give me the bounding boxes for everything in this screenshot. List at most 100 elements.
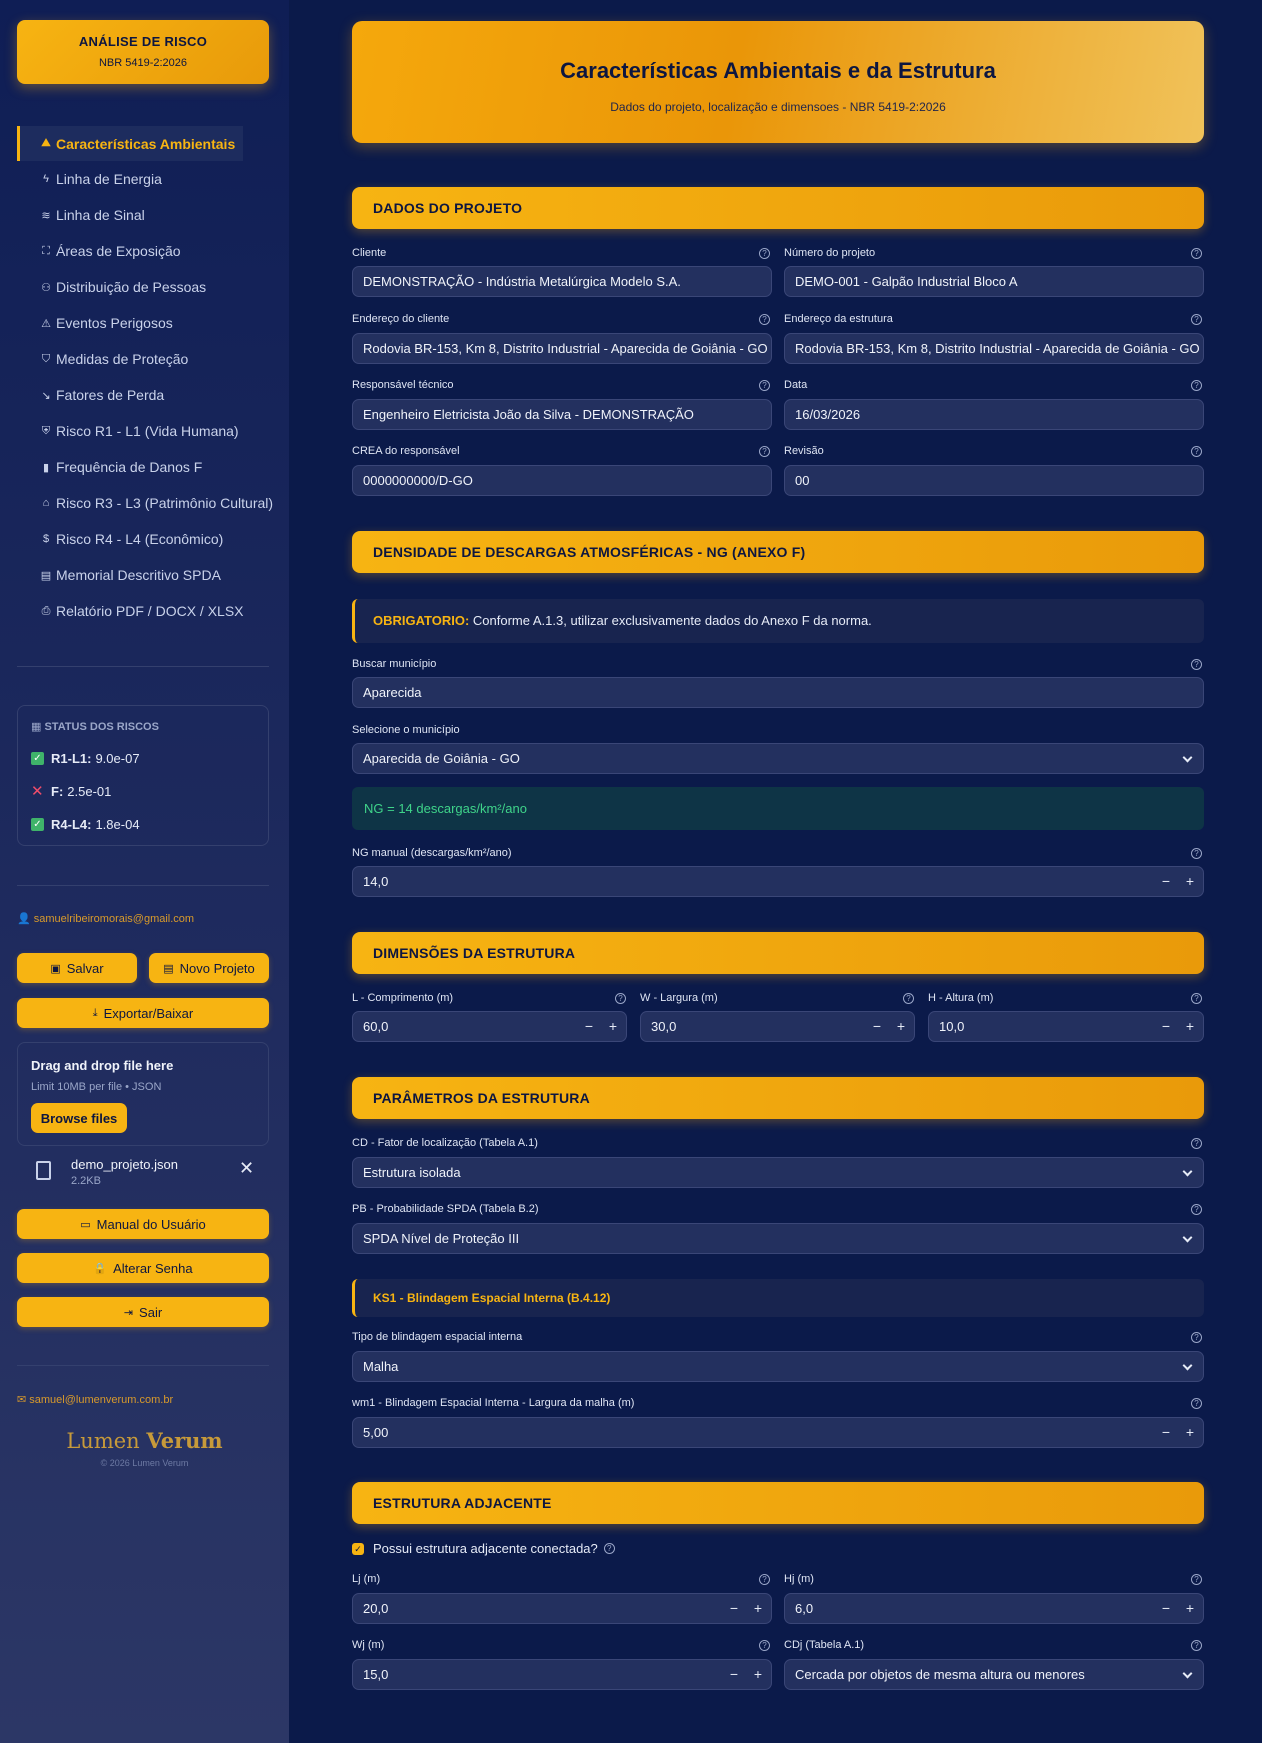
largura-input[interactable]: 30,0− +	[640, 1011, 915, 1042]
increment-button[interactable]: +	[1183, 867, 1197, 896]
municipio-select[interactable]: Aparecida de Goiânia - GO	[352, 743, 1204, 774]
nav-item-risco-r4[interactable]: $ Risco R4 - L4 (Econômico)	[17, 521, 289, 557]
nav-label: Áreas de Exposição	[56, 243, 181, 259]
section-parametros: PARÂMETROS DA ESTRUTURA	[352, 1077, 1204, 1119]
help-icon[interactable]: ?	[1191, 1332, 1202, 1343]
contact-email[interactable]: ✉ samuel@lumenverum.com.br	[17, 1393, 173, 1406]
document-icon: ▤	[40, 569, 52, 582]
decrement-button[interactable]: −	[1159, 1012, 1173, 1041]
numero-projeto-input[interactable]: DEMO-001 - Galpão Industrial Bloco A	[784, 266, 1204, 297]
nav-item-relatorio[interactable]: ⎙ Relatório PDF / DOCX / XLSX	[17, 593, 289, 629]
increment-button[interactable]: +	[1183, 1594, 1197, 1623]
file-dropzone[interactable]: Drag and drop file here Limit 10MB per f…	[17, 1042, 269, 1146]
nav-item-areas-exposicao[interactable]: ⛶ Áreas de Exposição	[17, 233, 289, 269]
increment-button[interactable]: +	[751, 1594, 765, 1623]
help-icon[interactable]: ?	[759, 446, 770, 457]
download-icon: ⤓	[92, 1006, 98, 1019]
nav-item-distribuicao-pessoas[interactable]: ⚇ Distribuição de Pessoas	[17, 269, 289, 305]
help-icon[interactable]: ?	[603, 1543, 615, 1554]
help-icon[interactable]: ?	[1191, 1574, 1202, 1585]
decrement-button[interactable]: −	[1159, 1418, 1173, 1447]
help-icon[interactable]: ?	[1191, 993, 1202, 1004]
chevron-down-icon	[1182, 752, 1193, 763]
nav-item-medidas-protecao[interactable]: ⛉ Medidas de Proteção	[17, 341, 289, 377]
decrement-button[interactable]: −	[1159, 1594, 1173, 1623]
revisao-input[interactable]: 00	[784, 465, 1204, 496]
help-icon[interactable]: ?	[1191, 1138, 1202, 1149]
remove-file-icon[interactable]: ✕	[239, 1158, 254, 1179]
help-icon[interactable]: ?	[759, 1574, 770, 1585]
lj-input[interactable]: 20,0− +	[352, 1593, 772, 1624]
increment-button[interactable]: +	[894, 1012, 908, 1041]
comprimento-input[interactable]: 60,0− +	[352, 1011, 627, 1042]
endereco-cliente-input[interactable]: Rodovia BR-153, Km 8, Distrito Industria…	[352, 333, 772, 364]
help-icon[interactable]: ?	[1191, 1640, 1202, 1651]
export-button[interactable]: ⤓ Exportar/Baixar	[17, 998, 269, 1028]
new-project-button[interactable]: ▤ Novo Projeto	[149, 953, 269, 983]
lj-label: Lj (m)	[352, 1573, 381, 1585]
decrement-button[interactable]: −	[1159, 867, 1173, 896]
help-icon[interactable]: ?	[615, 993, 626, 1004]
user-manual-button[interactable]: ▭ Manual do Usuário	[17, 1209, 269, 1239]
wj-input[interactable]: 15,0− +	[352, 1659, 772, 1690]
checkbox-checked-icon[interactable]: ✓	[352, 1542, 364, 1555]
responsavel-input[interactable]: Engenheiro Eletricista João da Silva - D…	[352, 399, 772, 430]
help-icon[interactable]: ?	[759, 1640, 770, 1651]
data-input[interactable]: 16/03/2026	[784, 399, 1204, 430]
help-icon[interactable]: ?	[1191, 248, 1202, 259]
decrement-button[interactable]: −	[870, 1012, 884, 1041]
help-icon[interactable]: ?	[1191, 380, 1202, 391]
nav-label: Risco R4 - L4 (Econômico)	[56, 531, 224, 547]
help-icon[interactable]: ?	[759, 380, 770, 391]
cliente-input[interactable]: DEMONSTRAÇÃO - Indústria Metalúrgica Mod…	[352, 266, 772, 297]
nav-item-linha-energia[interactable]: ϟ Linha de Energia	[17, 161, 289, 197]
change-password-button[interactable]: 🔒 Alterar Senha	[17, 1253, 269, 1283]
decrement-button[interactable]: −	[582, 1012, 596, 1041]
tipo-blindagem-label: Tipo de blindagem espacial interna	[352, 1331, 523, 1343]
ng-manual-input[interactable]: 14,0− +	[352, 866, 1204, 897]
divider	[17, 1365, 269, 1366]
hj-input[interactable]: 6,0− +	[784, 1593, 1204, 1624]
nav-item-risco-r3[interactable]: ⌂ Risco R3 - L3 (Patrimônio Cultural)	[17, 485, 289, 521]
document-icon: ▤	[163, 962, 174, 975]
endereco-estrutura-input[interactable]: Rodovia BR-153, Km 8, Distrito Industria…	[784, 333, 1204, 364]
tipo-blindagem-select[interactable]: Malha	[352, 1351, 1204, 1382]
help-icon[interactable]: ?	[1191, 1398, 1202, 1409]
nav-item-fatores-perda[interactable]: ↘ Fatores de Perda	[17, 377, 289, 413]
pb-select[interactable]: SPDA Nível de Proteção III	[352, 1223, 1204, 1254]
warning-icon: ⚠	[41, 317, 51, 330]
cdj-select[interactable]: Cercada por objetos de mesma altura ou m…	[784, 1659, 1204, 1690]
increment-button[interactable]: +	[606, 1012, 620, 1041]
help-icon[interactable]: ?	[1191, 1204, 1202, 1215]
divider	[17, 666, 269, 667]
increment-button[interactable]: +	[1183, 1418, 1197, 1447]
help-icon[interactable]: ?	[1191, 446, 1202, 457]
help-icon[interactable]: ?	[1191, 659, 1202, 670]
increment-button[interactable]: +	[751, 1660, 765, 1689]
nav-item-linha-sinal[interactable]: ≋ Linha de Sinal	[17, 197, 289, 233]
decrement-button[interactable]: −	[727, 1660, 741, 1689]
help-icon[interactable]: ?	[759, 248, 770, 259]
help-icon[interactable]: ?	[1191, 314, 1202, 325]
nav-item-risco-r1[interactable]: ⛨ Risco R1 - L1 (Vida Humana)	[17, 413, 289, 449]
help-icon[interactable]: ?	[1191, 848, 1202, 859]
cd-select[interactable]: Estrutura isolada	[352, 1157, 1204, 1188]
browse-files-button[interactable]: Browse files	[31, 1103, 127, 1133]
nav-item-memorial-spda[interactable]: ▤ Memorial Descritivo SPDA	[17, 557, 289, 593]
nav-item-caracteristicas-ambientais[interactable]: ⛰ Características Ambientais	[17, 126, 243, 161]
logout-button[interactable]: ⇥ Sair	[17, 1297, 269, 1327]
nav-label: Risco R1 - L1 (Vida Humana)	[56, 423, 239, 439]
buscar-municipio-input[interactable]: Aparecida	[352, 677, 1204, 708]
increment-button[interactable]: +	[1183, 1012, 1197, 1041]
help-icon[interactable]: ?	[759, 314, 770, 325]
nav-item-frequencia-danos[interactable]: ▮ Frequência de Danos F	[17, 449, 289, 485]
responsavel-label: Responsável técnico	[352, 379, 454, 391]
save-button[interactable]: ▣ Salvar	[17, 953, 137, 983]
altura-input[interactable]: 10,0− +	[928, 1011, 1204, 1042]
adjacent-structure-checkbox[interactable]: ✓ Possui estrutura adjacente conectada? …	[352, 1541, 615, 1556]
wm1-input[interactable]: 5,00− +	[352, 1417, 1204, 1448]
crea-input[interactable]: 0000000000/D-GO	[352, 465, 772, 496]
help-icon[interactable]: ?	[903, 993, 914, 1004]
nav-item-eventos-perigosos[interactable]: ⚠ Eventos Perigosos	[17, 305, 289, 341]
decrement-button[interactable]: −	[727, 1594, 741, 1623]
